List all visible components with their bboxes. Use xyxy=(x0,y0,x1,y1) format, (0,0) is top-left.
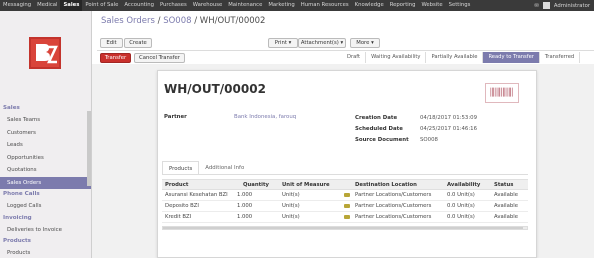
topmenu-item-sales[interactable]: Sales xyxy=(60,0,83,11)
top-menu: Messaging Medical Sales Point of Sale Accoun… xyxy=(0,0,473,11)
table-scrollbar-thumb[interactable] xyxy=(163,227,523,229)
topmenu-item-messaging[interactable]: Messaging xyxy=(0,0,34,11)
truck-icon[interactable] xyxy=(344,204,350,208)
topmenu-item-medical[interactable]: Medical xyxy=(34,0,60,11)
tab-divider xyxy=(162,174,528,175)
stage-transferred[interactable]: Transferred xyxy=(539,52,581,63)
sidebar-section-invoicing: Invoicing xyxy=(3,214,32,221)
cell-quantity: 1.000 xyxy=(237,192,253,198)
table-row[interactable]: Asuransi Kesehatan BZI 1.000 Unit(s) Partne… xyxy=(162,190,528,201)
status-bar: Draft Waiting Availability Partially Avail… xyxy=(342,52,594,63)
sidebar: Sales Sales Teams Customers Leads Opportunit… xyxy=(0,11,92,258)
sidebar-section-phone-calls: Phone Calls xyxy=(3,191,40,197)
sidebar-item-customers[interactable]: Customers xyxy=(0,127,91,140)
cell-availability: 0.0 Unit(s) xyxy=(447,214,475,220)
topmenu-item-warehouse[interactable]: Warehouse xyxy=(190,0,225,11)
company-logo xyxy=(29,37,61,69)
tab-additional-info[interactable]: Additional Info xyxy=(199,161,250,175)
sidebar-section-products: Products xyxy=(3,238,32,244)
topmenu-item-human-resources[interactable]: Human Resources xyxy=(298,0,352,11)
topmenu-item-marketing[interactable]: Marketing xyxy=(265,0,297,11)
sidebar-item-products[interactable]: Products xyxy=(0,247,91,258)
breadcrumb-so[interactable]: SO008 xyxy=(163,16,191,26)
attachments-button[interactable]: Attachment(s) ▾ xyxy=(298,38,346,48)
cell-status: Available xyxy=(494,203,518,209)
cell-status: Available xyxy=(494,192,518,198)
sidebar-item-sales-orders[interactable]: Sales Orders xyxy=(0,176,91,189)
breadcrumb-current: WH/OUT/00002 xyxy=(199,16,266,26)
edit-button[interactable]: Edit xyxy=(100,38,123,48)
move-lines-table: Product Quantity Unit of Measure Destinatio… xyxy=(162,179,528,223)
table-row[interactable]: Deposito BZI 1.000 Unit(s) Partner Location… xyxy=(162,201,528,212)
topmenu-item-accounting[interactable]: Accounting xyxy=(121,0,157,11)
sidebar-item-leads[interactable]: Leads xyxy=(0,139,91,152)
sidebar-item-deliveries-to-invoice[interactable]: Deliveries to Invoice xyxy=(0,224,91,237)
sidebar-item-logged-calls[interactable]: Logged Calls xyxy=(0,200,91,213)
search-area xyxy=(334,15,592,28)
form-tabs: Products Additional Info xyxy=(162,161,250,175)
cell-unit-of-measure: Unit(s) xyxy=(282,192,300,198)
page-title: WH/OUT/00002 xyxy=(164,82,266,96)
cell-unit-of-measure: Unit(s) xyxy=(282,214,300,220)
sidebar-nav: Sales Sales Teams Customers Leads Opportunit… xyxy=(0,103,91,258)
topmenu-item-settings[interactable]: Settings xyxy=(446,0,474,11)
sidebar-item-sales-teams[interactable]: Sales Teams xyxy=(0,114,91,127)
tab-products[interactable]: Products xyxy=(162,161,200,175)
cell-product: Deposito BZI xyxy=(165,203,199,209)
sidebar-section-sales: Sales xyxy=(3,105,20,111)
cell-availability: 0.0 Unit(s) xyxy=(447,192,475,198)
source-document-value: SO008 xyxy=(420,137,438,143)
sidebar-item-opportunities[interactable]: Opportunities xyxy=(0,152,91,165)
print-button[interactable]: Print ▾ xyxy=(268,38,298,48)
breadcrumb-sales-orders[interactable]: Sales Orders xyxy=(101,16,155,26)
barcode-image xyxy=(485,83,519,103)
user-name[interactable]: Administrator xyxy=(554,3,590,9)
truck-icon[interactable] xyxy=(344,193,350,197)
transfer-button[interactable]: Transfer xyxy=(100,53,131,63)
avatar[interactable] xyxy=(542,2,550,9)
table-row[interactable]: Kredit BZI 1.000 Unit(s) Partner Locations/… xyxy=(162,212,528,223)
create-button[interactable]: Create xyxy=(124,38,152,48)
stage-draft[interactable]: Draft xyxy=(342,52,367,63)
topmenu-item-website[interactable]: Website xyxy=(418,0,445,11)
sidebar-item-quotations[interactable]: Quotations xyxy=(0,164,91,177)
stage-waiting-availability[interactable]: Waiting Availability xyxy=(366,52,427,63)
top-navbar: Messaging Medical Sales Point of Sale Accoun… xyxy=(0,0,594,11)
divider xyxy=(97,50,594,51)
partner-value[interactable]: Bank Indonesia, farouq xyxy=(234,114,296,120)
breadcrumb: Sales Orders / SO008 / WH/OUT/00002 xyxy=(101,16,266,26)
sidebar-scrollbar[interactable] xyxy=(87,111,91,186)
cell-unit-of-measure: Unit(s) xyxy=(282,203,300,209)
mail-icon[interactable]: ✉ xyxy=(534,3,538,9)
stage-partially-available[interactable]: Partially Available xyxy=(426,52,484,63)
table-header: Product Quantity Unit of Measure Destinatio… xyxy=(162,179,528,190)
cell-destination-location: Partner Locations/Customers xyxy=(355,214,432,220)
cell-product: Kredit BZI xyxy=(165,214,192,220)
topmenu-item-point-of-sale[interactable]: Point of Sale xyxy=(82,0,121,11)
stage-ready-to-transfer[interactable]: Ready to Transfer xyxy=(483,52,540,63)
truck-icon[interactable] xyxy=(344,215,350,219)
topmenu-item-knowledge[interactable]: Knowledge xyxy=(352,0,387,11)
cell-status: Available xyxy=(494,214,518,220)
scheduled-date-value[interactable]: 04/25/2017 01:46:16 xyxy=(420,126,477,132)
topmenu-item-purchases[interactable]: Purchases xyxy=(157,0,190,11)
topmenu-item-maintenance[interactable]: Maintenance xyxy=(225,0,265,11)
user-area[interactable]: ✉ Administrator xyxy=(534,0,590,11)
topmenu-item-reporting[interactable]: Reporting xyxy=(387,0,419,11)
cell-quantity: 1.000 xyxy=(237,214,253,220)
cell-product: Asuransi Kesehatan BZI xyxy=(165,192,228,198)
cell-availability: 0.0 Unit(s) xyxy=(447,203,475,209)
cell-destination-location: Partner Locations/Customers xyxy=(355,203,432,209)
cell-destination-location: Partner Locations/Customers xyxy=(355,192,432,198)
table-scrollbar[interactable] xyxy=(162,226,528,230)
more-button[interactable]: More ▾ xyxy=(350,38,380,48)
cancel-transfer-button[interactable]: Cancel Transfer xyxy=(134,53,185,63)
creation-date-label: Creation Date xyxy=(355,115,398,121)
source-document-label: Source Document xyxy=(355,137,409,143)
scheduled-date-label: Scheduled Date xyxy=(355,126,403,132)
creation-date-value: 04/18/2017 01:53:09 xyxy=(420,115,477,121)
form-sheet: WH/OUT/00002 Partner Bank Indonesia, far… xyxy=(157,70,537,258)
partner-label: Partner xyxy=(164,114,187,120)
cell-quantity: 1.000 xyxy=(237,203,253,209)
